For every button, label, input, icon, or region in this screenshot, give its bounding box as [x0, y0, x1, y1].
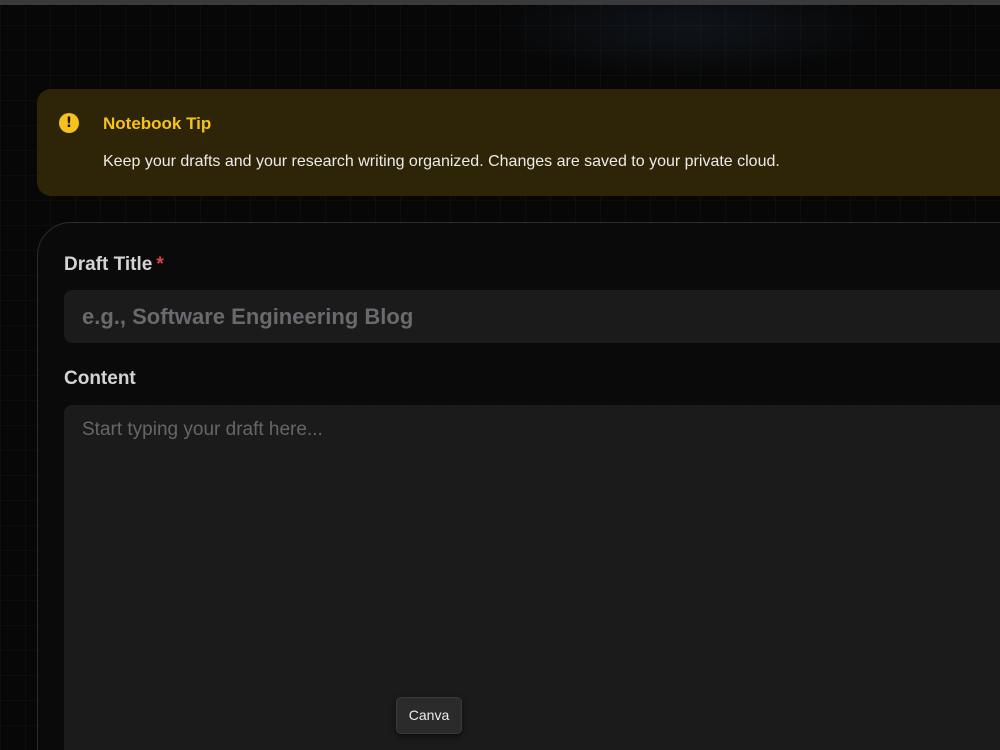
tip-banner: ! Notebook Tip Keep your drafts and your… [37, 89, 1000, 196]
page: ! Notebook Tip Keep your drafts and your… [0, 0, 1000, 750]
draft-form: Draft Title* Content [37, 222, 1000, 750]
tip-title: Notebook Tip [103, 114, 212, 133]
canva-tooltip: Canva [396, 697, 462, 734]
top-bar [0, 0, 1000, 5]
content-textarea[interactable] [64, 405, 1000, 750]
exclamation-circle-icon: ! [59, 113, 79, 133]
draft-title-label-text: Draft Title [64, 254, 153, 275]
draft-title-input[interactable] [64, 290, 1000, 343]
tip-body: Keep your drafts and your research writi… [103, 153, 780, 170]
draft-title-label: Draft Title * [64, 254, 164, 276]
content-label: Content [64, 368, 136, 389]
required-mark: * [156, 254, 164, 275]
